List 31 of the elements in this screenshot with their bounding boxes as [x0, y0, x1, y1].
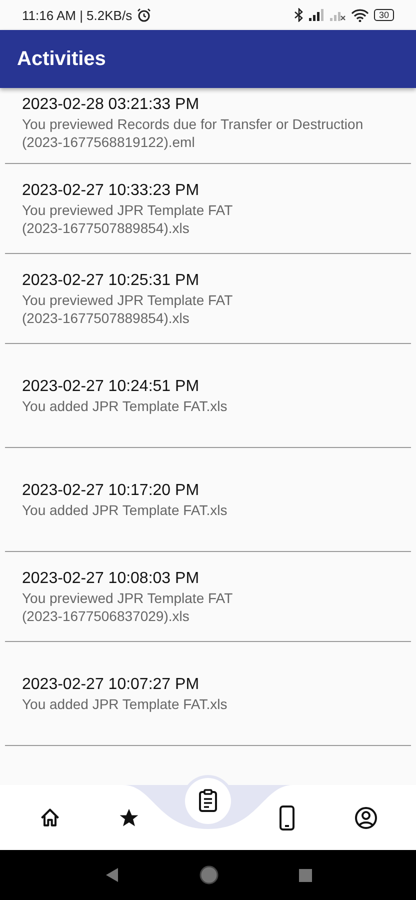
clipboard-icon — [196, 788, 219, 812]
star-icon — [118, 806, 140, 828]
phone-icon — [279, 804, 296, 830]
activity-description: You previewed JPR Template FAT (2023-1677507889854).xls — [22, 290, 234, 326]
battery-icon: 30 — [374, 9, 394, 21]
back-icon[interactable] — [104, 867, 118, 883]
activity-description: You added JPR Template FAT.xls — [22, 500, 228, 518]
wifi-icon — [350, 8, 369, 22]
activity-timestamp: 2023-02-27 10:25:31 PM — [22, 270, 200, 290]
activity-timestamp: 2023-02-27 10:24:51 PM — [22, 376, 200, 396]
activity-description: You added JPR Template FAT.xls — [22, 694, 228, 712]
activity-timestamp: 2023-02-27 10:07:27 PM — [22, 674, 200, 694]
activity-timestamp: 2023-02-27 10:33:23 PM — [22, 180, 200, 200]
activity-timestamp: 2023-02-28 03:21:33 PM — [22, 95, 200, 115]
no-signal-icon — [330, 9, 346, 21]
activity-description: You added JPR Template FAT.xls — [22, 396, 228, 414]
app-title: Activities — [17, 48, 106, 70]
activities-nav-button[interactable] — [184, 778, 231, 824]
home-icon — [38, 806, 61, 828]
activity-description: You previewed Records due for Transfer or Destruction (2023-1677568819122).eml — [22, 115, 364, 151]
account-icon — [354, 806, 378, 830]
signal-icon — [308, 9, 325, 21]
activity-timestamp: 2023-02-27 10:17:20 PM — [22, 480, 200, 500]
status-time: 11:16 AM | 5.2KB/s — [22, 8, 132, 22]
activity-description: You previewed JPR Template FAT (2023-1677507889854).xls — [22, 200, 234, 236]
home-circle-icon[interactable] — [198, 865, 218, 885]
activity-description: You previewed JPR Template FAT (2023-1677506837029).xls — [22, 588, 234, 624]
recents-icon[interactable] — [298, 868, 312, 882]
bluetooth-icon — [294, 8, 304, 22]
activity-timestamp: 2023-02-27 10:08:03 PM — [22, 568, 200, 588]
alarm-icon — [137, 8, 152, 22]
